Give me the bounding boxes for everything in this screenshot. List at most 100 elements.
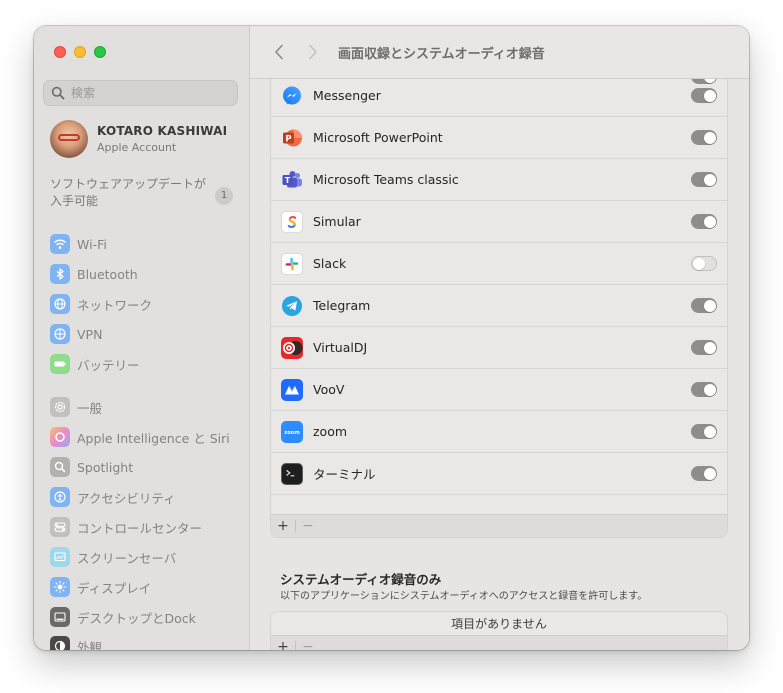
svg-text:P: P <box>285 134 291 144</box>
search-input[interactable] <box>71 86 231 100</box>
display-icon <box>50 577 70 597</box>
app-row: Telegram <box>271 285 727 327</box>
app-row: Slack <box>271 243 727 285</box>
app-name: Simular <box>313 214 361 229</box>
search-field[interactable] <box>43 80 238 106</box>
permission-toggle[interactable] <box>691 172 717 187</box>
appearance-icon <box>50 636 70 650</box>
virtualdj-icon <box>281 336 303 359</box>
teams-icon: T <box>281 169 303 191</box>
globe-icon <box>50 294 70 314</box>
toolbar: 画面収録とシステムオーディオ録音 <box>250 26 749 79</box>
chevron-left-icon <box>275 44 283 60</box>
add-app-button[interactable]: + <box>271 515 295 537</box>
avatar <box>50 120 88 158</box>
minimize-window-button[interactable] <box>74 46 86 58</box>
gear-icon <box>50 397 70 417</box>
permission-toggle[interactable] <box>691 130 717 145</box>
forward-button[interactable] <box>302 41 324 63</box>
main-pane: 画面収録とシステムオーディオ録音 Messenger P Microsoft P… <box>250 26 749 650</box>
sidebar-item-wifi[interactable]: Wi-Fi <box>50 232 107 256</box>
sidebar-item-bluetooth[interactable]: Bluetooth <box>50 262 138 286</box>
empty-list-placeholder: 項目がありません <box>451 617 547 631</box>
terminal-icon <box>281 462 303 485</box>
app-row: zoom zoom <box>271 411 727 453</box>
sidebar-item-accessibility[interactable]: アクセシビリティ <box>50 485 176 509</box>
sidebar-item-label: スクリーンセーバ <box>77 550 177 566</box>
app-row: T Microsoft Teams classic <box>271 159 727 201</box>
sidebar-item-label: ディスプレイ <box>77 580 152 596</box>
permission-toggle[interactable] <box>691 424 717 439</box>
zoom-window-button[interactable] <box>94 46 106 58</box>
battery-icon <box>50 354 70 374</box>
sidebar-item-screensaver[interactable]: スクリーンセーバ <box>50 545 176 569</box>
app-row: VirtualDJ <box>271 327 727 369</box>
software-update-notice[interactable]: ソフトウェアアップデートが入手可能 1 <box>50 176 235 210</box>
app-name: VirtualDJ <box>313 340 368 355</box>
app-row: VooV <box>271 369 727 411</box>
zoom-icon: zoom <box>281 420 303 443</box>
sidebar-item-label: バッテリー <box>77 357 140 373</box>
permission-toggle[interactable] <box>691 88 717 103</box>
sidebar-item-appearance[interactable]: 外観 <box>50 634 102 650</box>
app-row: ターミナル <box>271 453 727 495</box>
audio-only-section-title: システムオーディオ録音のみ <box>280 572 442 587</box>
account-subtitle: Apple Account <box>97 141 177 154</box>
sidebar-item-label: 外観 <box>77 639 103 651</box>
control-center-icon <box>50 517 70 537</box>
simular-icon <box>281 210 303 233</box>
sidebar-item-label: Apple Intelligence と Siri <box>77 430 230 446</box>
list-footer: + − <box>271 635 727 650</box>
app-name: VooV <box>313 382 345 397</box>
update-count-badge: 1 <box>215 187 233 205</box>
app-name: Microsoft Teams classic <box>313 172 459 187</box>
apple-account[interactable]: KOTARO KASHIWAI Apple Account <box>50 120 227 158</box>
sidebar-item-display[interactable]: ディスプレイ <box>50 575 151 599</box>
remove-app-button[interactable]: − <box>296 636 320 650</box>
permission-toggle[interactable] <box>691 256 717 271</box>
svg-text:zoom: zoom <box>284 430 300 436</box>
audio-only-section-description: 以下のアプリケーションにシステムオーディオへのアクセスと録音を許可します。 <box>280 591 648 602</box>
back-button[interactable] <box>268 41 290 63</box>
sidebar-item-network[interactable]: ネットワーク <box>50 292 152 316</box>
list-footer: + − <box>271 514 727 537</box>
spotlight-icon <box>50 457 70 477</box>
sidebar-item-vpn[interactable]: VPN <box>50 322 102 346</box>
sidebar-item-spotlight[interactable]: Spotlight <box>50 455 133 479</box>
close-window-button[interactable] <box>54 46 66 58</box>
sidebar-item-battery[interactable]: バッテリー <box>50 352 140 376</box>
permission-toggle[interactable] <box>691 340 717 355</box>
svg-text:T: T <box>285 176 291 185</box>
window-controls <box>54 46 106 58</box>
remove-app-button[interactable]: − <box>296 515 320 537</box>
app-name: ターミナル <box>313 467 376 482</box>
app-name: zoom <box>313 424 348 439</box>
app-name: Microsoft PowerPoint <box>313 130 443 145</box>
chevron-right-icon <box>309 44 317 60</box>
bluetooth-icon <box>50 264 70 284</box>
dock-icon <box>50 607 70 627</box>
permission-toggle[interactable] <box>691 214 717 229</box>
sidebar-item-label: Spotlight <box>77 459 134 475</box>
sidebar-item-general[interactable]: 一般 <box>50 395 102 419</box>
sidebar-item-label: 一般 <box>77 400 103 416</box>
sidebar-item-label: VPN <box>77 326 103 342</box>
voov-icon <box>281 378 303 401</box>
permission-toggle[interactable] <box>691 466 717 481</box>
permission-toggle[interactable] <box>691 382 717 397</box>
telegram-icon <box>281 295 303 317</box>
sidebar-item-label: Wi-Fi <box>77 236 107 252</box>
search-icon <box>51 86 65 100</box>
app-row: Simular <box>271 201 727 243</box>
page-title: 画面収録とシステムオーディオ録音 <box>338 46 545 62</box>
app-row: Messenger <box>271 75 727 117</box>
permission-toggle[interactable] <box>691 298 717 313</box>
sidebar-item-apple-intelligence[interactable]: Apple Intelligence と Siri <box>50 425 230 449</box>
sidebar-item-desktop-dock[interactable]: デスクトップとDock <box>50 605 196 629</box>
software-update-label: ソフトウェアアップデートが入手可能 <box>50 177 207 208</box>
screensaver-icon <box>50 547 70 567</box>
sidebar-item-control-center[interactable]: コントロールセンター <box>50 515 202 539</box>
vpn-icon <box>50 324 70 344</box>
messenger-icon <box>281 85 303 107</box>
add-app-button[interactable]: + <box>271 636 295 650</box>
